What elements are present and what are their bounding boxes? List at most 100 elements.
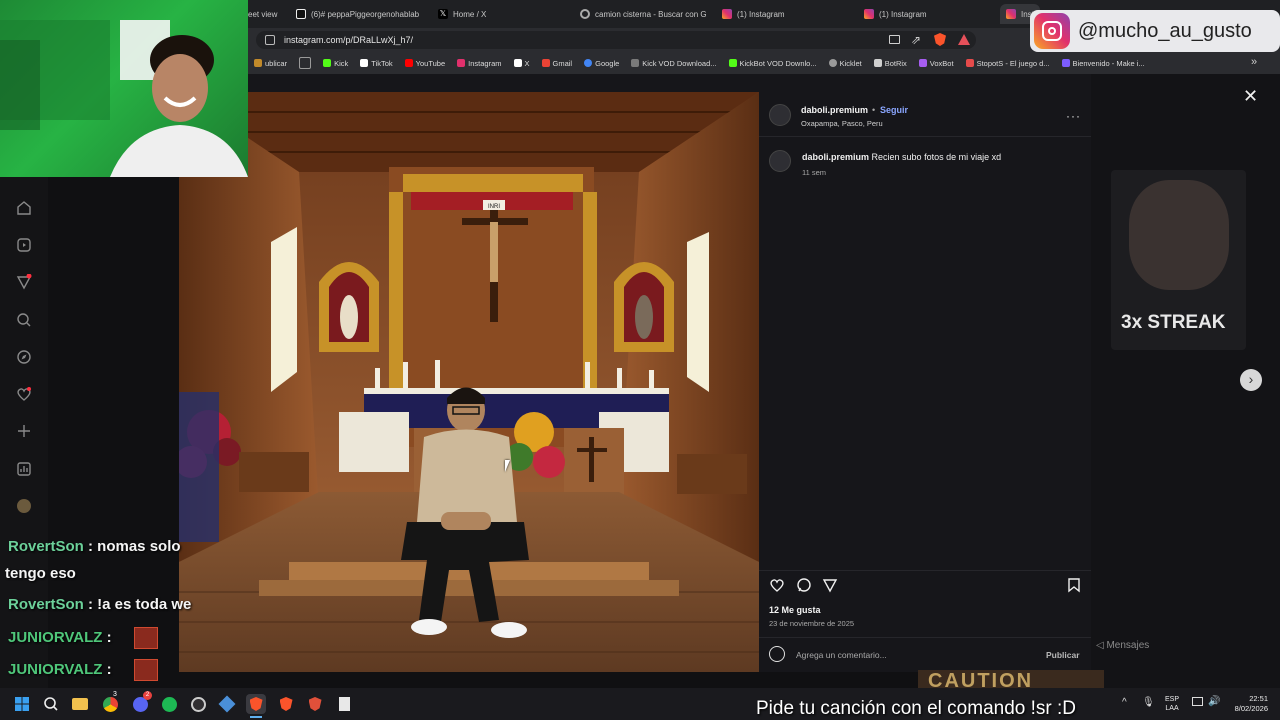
bookmark-kick-vod[interactable]: Kick VOD Download...: [631, 59, 717, 68]
bookmarks-more-icon[interactable]: »: [1251, 56, 1257, 68]
explore-icon[interactable]: [14, 347, 34, 367]
likes-count[interactable]: 12 Me gusta: [769, 605, 821, 615]
author-avatar[interactable]: [769, 104, 791, 126]
chrome-icon[interactable]: [100, 694, 120, 714]
next-post-button[interactable]: ›: [1240, 369, 1262, 391]
home-icon[interactable]: [14, 198, 34, 218]
tab-2[interactable]: (6)# peppaPiggeorgenohablab: [296, 4, 426, 24]
bookmark-botrix[interactable]: BotRix: [873, 59, 907, 68]
microphone-icon[interactable]: 🎙: [1142, 697, 1155, 708]
notifications-icon[interactable]: [14, 384, 34, 404]
create-icon[interactable]: [14, 421, 34, 441]
caption-avatar[interactable]: [769, 150, 791, 172]
tab-label: (1) Instagram: [737, 9, 785, 19]
chat-username: RovertSon: [8, 596, 84, 613]
tab-6[interactable]: (1) Instagram: [864, 4, 984, 24]
app-icon[interactable]: [217, 694, 237, 714]
instagram-icon: [722, 9, 732, 19]
emoji-icon[interactable]: [769, 646, 785, 662]
caution-banner: CAUTION: [918, 670, 1104, 688]
bookmark-stopots[interactable]: StopotS - El juego d...: [965, 59, 1050, 68]
chat-username: JUNIORVALZ: [8, 629, 103, 646]
bookmark-kicklet[interactable]: Kicklet: [828, 59, 862, 68]
chat-text: : !a es toda we: [88, 596, 192, 613]
follow-button[interactable]: Seguir: [880, 105, 908, 115]
caption-time: 11 sem: [802, 168, 827, 177]
messages-bar[interactable]: ◁ Mensajes: [1096, 640, 1149, 651]
cast-icon[interactable]: [889, 35, 900, 44]
dimmed-page-header: [248, 74, 1091, 92]
save-icon[interactable]: [1066, 577, 1082, 598]
spotify-icon[interactable]: [159, 694, 179, 714]
volume-icon[interactable]: 🔊: [1208, 696, 1220, 707]
bookmark-kickbot[interactable]: KickBot VOD Downlo...: [728, 59, 817, 68]
chat-message: JUNIORVALZ :: [8, 661, 112, 678]
x-icon: 𝕏: [438, 9, 448, 19]
author-username[interactable]: daboli.premium: [801, 105, 868, 115]
dot-separator: •: [872, 105, 876, 115]
active-indicator: [250, 716, 262, 718]
bookmark-google[interactable]: Google: [584, 59, 619, 68]
search-icon[interactable]: [14, 310, 34, 330]
url-text: instagram.com/p/DRaLLwXj_h7/: [284, 35, 414, 45]
more-options-icon[interactable]: ···: [1066, 109, 1081, 123]
tab-1[interactable]: eet view: [248, 4, 288, 24]
apps-grid-icon[interactable]: [299, 57, 312, 69]
caption-username[interactable]: daboli.premium: [802, 152, 869, 162]
tab-label: eet view: [248, 9, 278, 19]
obs-icon[interactable]: [188, 694, 208, 714]
webcam-overlay: [0, 0, 248, 177]
display-icon[interactable]: [1192, 697, 1203, 706]
post-photo[interactable]: INRI: [179, 92, 759, 672]
chat-message: RovertSon : !a es toda we: [8, 596, 191, 613]
site-settings-icon[interactable]: [265, 35, 275, 45]
bookmark-make[interactable]: Bienvenido - Make i...: [1061, 59, 1145, 68]
post-location[interactable]: Oxapampa, Pasco, Peru: [801, 119, 883, 128]
tab-4[interactable]: camion cisterna - Buscar con G: [580, 4, 710, 24]
bookmarks-bar: ublicar Kick TikTok YouTube Instagram X …: [248, 52, 1280, 74]
share-icon[interactable]: ⇗: [911, 33, 921, 47]
streak-label: 3x STREAK: [1121, 312, 1226, 333]
bookmark-gmail[interactable]: Gmail: [541, 59, 572, 68]
messages-icon[interactable]: [14, 272, 34, 292]
tray-chevron-icon[interactable]: ^: [1122, 697, 1127, 708]
bookmark-instagram[interactable]: Instagram: [457, 59, 502, 68]
search-icon[interactable]: [41, 694, 61, 714]
start-button[interactable]: [12, 694, 32, 714]
tab-5[interactable]: (1) Instagram: [722, 4, 842, 24]
caption-line: daboli.premium Recien subo fotos de mi v…: [802, 152, 1001, 162]
reels-icon[interactable]: [14, 235, 34, 255]
bookmark-item[interactable]: ublicar: [254, 59, 287, 68]
chat-text: :: [106, 661, 112, 678]
brave-taskbar-icon-2[interactable]: [276, 694, 296, 714]
tab-3[interactable]: 𝕏 Home / X: [438, 4, 558, 24]
address-bar[interactable]: instagram.com/p/DRaLLwXj_h7/: [256, 31, 976, 49]
comment-input[interactable]: Agrega un comentario...: [796, 650, 887, 660]
bookmark-tiktok[interactable]: TikTok: [360, 59, 393, 68]
clock[interactable]: 22:51 8/02/2026: [1224, 694, 1268, 714]
share-post-icon[interactable]: [822, 577, 838, 598]
post-date: 23 de noviembre de 2025: [769, 619, 855, 628]
brave-rewards-icon[interactable]: [958, 34, 970, 45]
song-request-banner: Pide tu canción con el comando !sr :D: [756, 698, 1077, 719]
brave-taskbar-icon[interactable]: [246, 694, 266, 714]
dashboard-icon[interactable]: [14, 459, 34, 479]
comment-icon[interactable]: [796, 577, 812, 598]
brave-taskbar-icon-3[interactable]: [305, 694, 325, 714]
bookmark-voxbot[interactable]: VoxBot: [918, 59, 954, 68]
close-icon[interactable]: ✕: [1243, 86, 1258, 107]
chat-emote: [134, 659, 158, 681]
bookmark-kick[interactable]: Kick: [323, 59, 348, 68]
file-explorer-icon[interactable]: [70, 694, 90, 714]
chat-message: JUNIORVALZ :: [8, 629, 112, 646]
like-icon[interactable]: [769, 577, 785, 598]
language-indicator[interactable]: ESP LAA: [1165, 695, 1179, 713]
bookmark-x[interactable]: X: [513, 59, 530, 68]
caption-text: Recien subo fotos de mi viaje xd: [871, 152, 1002, 162]
publish-comment-button[interactable]: Publicar: [1046, 650, 1080, 660]
bookmark-youtube[interactable]: YouTube: [404, 59, 445, 68]
notepad-icon[interactable]: [334, 694, 354, 714]
inri-sign: INRI: [488, 204, 500, 210]
mouse-cursor: [505, 460, 515, 472]
profile-avatar[interactable]: [14, 496, 34, 516]
